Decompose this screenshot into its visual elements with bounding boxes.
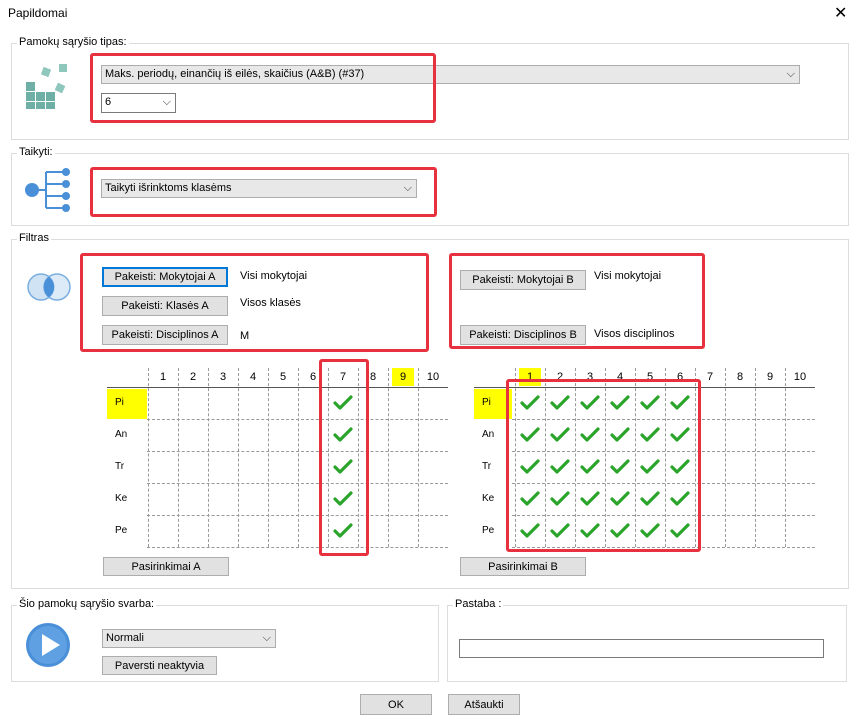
annotation-box <box>90 53 436 123</box>
column-header: 5 <box>279 371 287 383</box>
annotation-box <box>90 167 437 217</box>
column-header: 10 <box>793 371 807 383</box>
annotation-box <box>449 253 705 349</box>
importance-value: Normali <box>106 632 144 644</box>
grid-line <box>147 419 448 420</box>
column-header: 7 <box>706 371 714 383</box>
note-label: Pastaba : <box>453 598 504 610</box>
header-line <box>107 387 448 388</box>
grid-line <box>178 368 179 547</box>
filter-label: Filtras <box>17 232 51 244</box>
close-icon[interactable]: ✕ <box>834 3 847 22</box>
annotation-box <box>506 379 701 552</box>
grid-line <box>298 368 299 547</box>
deactivate-button[interactable]: Paversti neaktyvia <box>102 656 217 675</box>
column-header: 2 <box>189 371 197 383</box>
window-title: Papildomai <box>8 6 68 20</box>
grid-line <box>785 368 786 547</box>
grid-line <box>418 368 419 547</box>
grid-line <box>725 368 726 547</box>
annotation-box <box>80 253 429 352</box>
importance-select[interactable]: Normali ⌵ <box>102 629 276 648</box>
note-input[interactable] <box>459 639 824 658</box>
annotation-box <box>319 359 369 556</box>
row-label: Pe <box>115 525 128 536</box>
grid-line <box>148 368 149 547</box>
grid-line <box>755 368 756 547</box>
column-header: 9 <box>392 368 414 386</box>
relation-type-label: Pamokų sąryšio tipas: <box>17 36 129 48</box>
apply-label: Taikyti: <box>17 146 55 158</box>
column-header: 4 <box>249 371 257 383</box>
chevron-down-icon: ⌵ <box>262 632 271 644</box>
grid-line <box>147 451 448 452</box>
ok-button[interactable]: OK <box>360 694 432 715</box>
row-label: Tr <box>115 461 125 472</box>
tree-icon <box>25 168 70 212</box>
importance-label: Šio pamokų sąryšio svarba: <box>17 598 157 610</box>
grid-line <box>147 515 448 516</box>
row-label: Pi <box>107 389 147 419</box>
column-header: 9 <box>766 371 774 383</box>
grid-line <box>238 368 239 547</box>
grid-line <box>208 368 209 547</box>
grid-line <box>268 368 269 547</box>
column-header: 8 <box>736 371 744 383</box>
grid-line <box>147 483 448 484</box>
options-b-button[interactable]: Pasirinkimai B <box>460 557 586 576</box>
row-label: An <box>115 429 128 440</box>
column-header: 10 <box>426 371 440 383</box>
row-label: Ke <box>115 493 128 504</box>
grid-line <box>388 368 389 547</box>
column-header: 3 <box>219 371 227 383</box>
venn-icon <box>27 273 71 301</box>
play-icon <box>26 623 70 667</box>
cancel-button[interactable]: Atšaukti <box>448 694 520 715</box>
options-a-button[interactable]: Pasirinkimai A <box>103 557 229 576</box>
chevron-down-icon: ⌵ <box>786 68 795 80</box>
relation-type-icon <box>26 64 67 109</box>
grid-line <box>147 547 448 548</box>
column-header: 1 <box>159 371 167 383</box>
